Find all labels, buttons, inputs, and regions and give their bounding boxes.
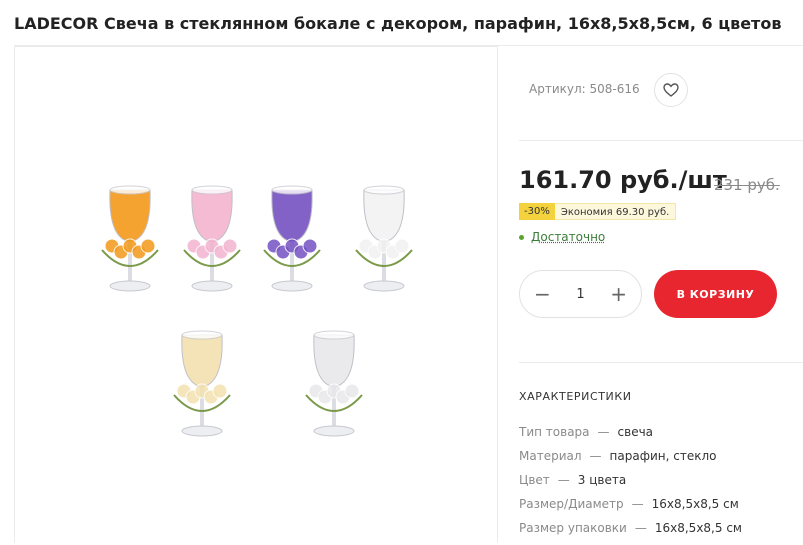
candle-glass — [173, 330, 231, 437]
spec-row: Материал — парафин, стекло — [519, 449, 742, 473]
savings-amount: Экономия 69.30 руб. — [554, 203, 677, 220]
heart-icon — [663, 83, 679, 97]
spec-row: Размер/Диаметр —16x8,5x8,5 см — [519, 497, 742, 521]
spec-key: Цвет — [519, 473, 550, 487]
spec-value: свеча — [617, 425, 654, 439]
product-image[interactable] — [72, 180, 452, 470]
spec-row: Размер упаковки —16x8,5x8,5 см — [519, 521, 742, 545]
spec-row: Тип товара — свеча — [519, 425, 742, 449]
spec-key: Размер упаковки — [519, 521, 627, 535]
spec-value: 16x8,5x8,5 см — [651, 497, 739, 511]
spec-row: Цвет —3 цвета — [519, 473, 742, 497]
candle-glass — [101, 185, 159, 292]
specs-list: Тип товара — свеча Материал — парафин, стекл… — [519, 425, 742, 545]
stock-label[interactable]: Достаточно — [531, 230, 605, 244]
add-to-cart-button[interactable]: В КОРЗИНУ — [654, 270, 777, 318]
candle-glass — [355, 185, 413, 292]
spec-value: 3 цвета — [577, 473, 627, 487]
spec-value: 16x8,5x8,5 см — [654, 521, 742, 535]
gallery-divider — [497, 46, 498, 542]
current-price: 161.70 руб./шт — [519, 166, 727, 194]
favorite-button[interactable] — [654, 73, 688, 107]
divider — [519, 362, 803, 363]
spec-value: парафин, стекло — [609, 449, 717, 463]
stock-status: Достаточно — [519, 230, 605, 244]
candle-glass — [263, 185, 321, 292]
spec-key: Размер/Диаметр — [519, 497, 624, 511]
decrease-button[interactable]: − — [534, 284, 551, 304]
article-number: Артикул: 508-616 — [529, 82, 640, 96]
quantity-value[interactable]: 1 — [576, 287, 584, 302]
specs-title: ХАРАКТЕРИСТИКИ — [519, 390, 632, 403]
product-title: LADECOR Свеча в стеклянном бокале с деко… — [14, 14, 782, 33]
divider — [519, 140, 803, 141]
quantity-stepper: − 1 + — [519, 270, 642, 318]
spec-key: Тип товара — [519, 425, 590, 439]
stock-dot-icon — [519, 234, 524, 240]
candle-glass — [183, 185, 241, 292]
discount-badge: -30% Экономия 69.30 руб. — [519, 203, 677, 220]
increase-button[interactable]: + — [610, 284, 627, 304]
old-price: 231 руб. — [714, 176, 780, 194]
discount-percent: -30% — [519, 203, 555, 220]
candle-glass — [305, 330, 363, 437]
spec-key: Материал — [519, 449, 582, 463]
